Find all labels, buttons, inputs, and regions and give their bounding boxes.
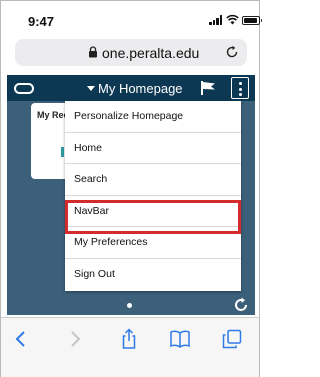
address-bar[interactable]: one.peralta.edu — [15, 39, 247, 66]
actions-dropdown-menu: Personalize Homepage Home Search NavBar … — [65, 101, 241, 291]
page-indicator-dot — [127, 303, 132, 308]
browser-toolbar — [1, 317, 259, 377]
tabs-icon[interactable] — [221, 328, 243, 350]
bookmarks-icon[interactable] — [169, 328, 191, 350]
refresh-icon[interactable] — [233, 297, 249, 313]
menu-item-sign-out[interactable]: Sign Out — [65, 259, 241, 291]
home-icon[interactable] — [14, 83, 34, 94]
navbar-highlight-box — [65, 200, 241, 234]
actions-menu-button[interactable] — [231, 77, 249, 99]
menu-item-home[interactable]: Home — [65, 133, 241, 164]
homepage-selector[interactable]: My Homepage — [87, 81, 183, 96]
cellular-signal-icon — [209, 15, 223, 25]
tile-title: My Rec — [37, 110, 69, 120]
peoplesoft-page: My Homepage My Rec Personalize Homepage … — [7, 75, 255, 315]
status-bar: 9:47 — [1, 1, 262, 35]
caret-down-icon — [87, 86, 95, 91]
phone-screen: 9:47 one.peralta.edu My Homepage My Rec … — [0, 0, 262, 377]
wifi-icon — [226, 14, 239, 25]
url-text: one.peralta.edu — [102, 45, 200, 61]
menu-item-personalize-homepage[interactable]: Personalize Homepage — [65, 101, 241, 133]
menu-item-search[interactable]: Search — [65, 164, 241, 196]
battery-icon — [242, 16, 262, 25]
flag-icon[interactable] — [200, 80, 217, 96]
lock-icon — [89, 46, 97, 58]
back-icon[interactable] — [10, 328, 32, 350]
share-icon[interactable] — [118, 328, 140, 350]
forward-icon[interactable] — [64, 328, 86, 350]
tile-accent — [61, 147, 64, 157]
header-bar: My Homepage — [7, 75, 255, 101]
reload-icon[interactable] — [225, 45, 239, 59]
page-title: My Homepage — [98, 81, 183, 96]
status-time: 9:47 — [28, 14, 55, 29]
